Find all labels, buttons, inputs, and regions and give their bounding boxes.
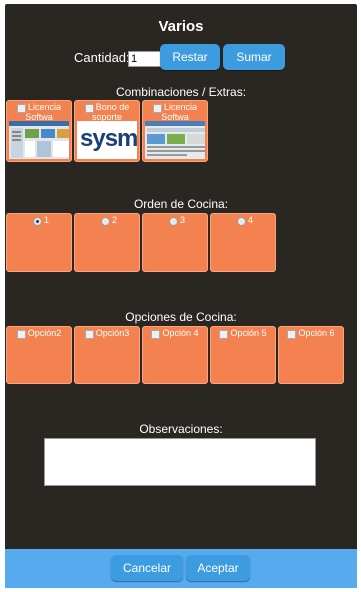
opcion-tile-3[interactable]: Opción3: [74, 326, 140, 384]
quantity-input[interactable]: [128, 51, 162, 67]
checkbox[interactable]: [84, 330, 94, 339]
combinacion-tile-label: Licencia Softwa: [143, 103, 207, 122]
varios-dialog: Varios Cantidad: Restar Sumar Combinacio…: [5, 4, 357, 588]
restar-button[interactable]: Restar: [160, 44, 220, 70]
radio-button[interactable]: [33, 217, 42, 226]
opcion-tile-6[interactable]: Opción 6: [278, 326, 344, 384]
radio-button[interactable]: [169, 217, 178, 226]
dialog-footer: Cancelar Aceptar: [5, 549, 357, 588]
opcion-tile-2[interactable]: Opción2: [6, 326, 72, 384]
observaciones-textarea[interactable]: [44, 438, 316, 486]
checkbox[interactable]: [287, 330, 297, 339]
opcion-tile-5[interactable]: Opción 5: [210, 326, 276, 384]
software-screenshot-image: [145, 121, 205, 159]
dialog-title: Varios: [158, 18, 204, 35]
orden-option-4[interactable]: 4: [210, 213, 276, 272]
combinacion-tile-licencia-1[interactable]: Licencia Softwa: [6, 100, 72, 162]
orden-option-2[interactable]: 2: [74, 213, 140, 272]
sysme-logo-image: sysme: [77, 121, 137, 159]
quantity-label: Cantidad:: [74, 50, 130, 65]
orden-cocina-label: Orden de Cocina:: [133, 197, 229, 211]
orden-option-3[interactable]: 3: [142, 213, 208, 272]
cancel-button[interactable]: Cancelar: [111, 555, 183, 581]
checkbox[interactable]: [219, 330, 229, 339]
software-screenshot-image: [9, 121, 69, 159]
quantity-row: Cantidad: Restar Sumar: [5, 44, 357, 72]
combinacion-tile-bono-soporte[interactable]: Bono de soporte sysme: [74, 100, 140, 162]
checkbox[interactable]: [16, 330, 26, 339]
checkbox[interactable]: [151, 330, 161, 339]
accept-button[interactable]: Aceptar: [186, 555, 250, 581]
combinacion-tile-label: Bono de soporte: [75, 103, 139, 122]
sumar-button[interactable]: Sumar: [223, 44, 285, 70]
observaciones-label: Observaciones:: [139, 422, 223, 436]
combinaciones-label: Combinaciones / Extras:: [115, 85, 247, 99]
opciones-cocina-label: Opciones de Cocina:: [125, 310, 237, 324]
opcion-tile-4[interactable]: Opción 4: [142, 326, 208, 384]
orden-option-1[interactable]: 1: [6, 213, 72, 272]
radio-button[interactable]: [237, 217, 246, 226]
radio-button[interactable]: [101, 217, 110, 226]
combinacion-tile-licencia-2[interactable]: Licencia Softwa: [142, 100, 208, 162]
combinacion-tile-label: Licencia Softwa: [7, 103, 71, 122]
